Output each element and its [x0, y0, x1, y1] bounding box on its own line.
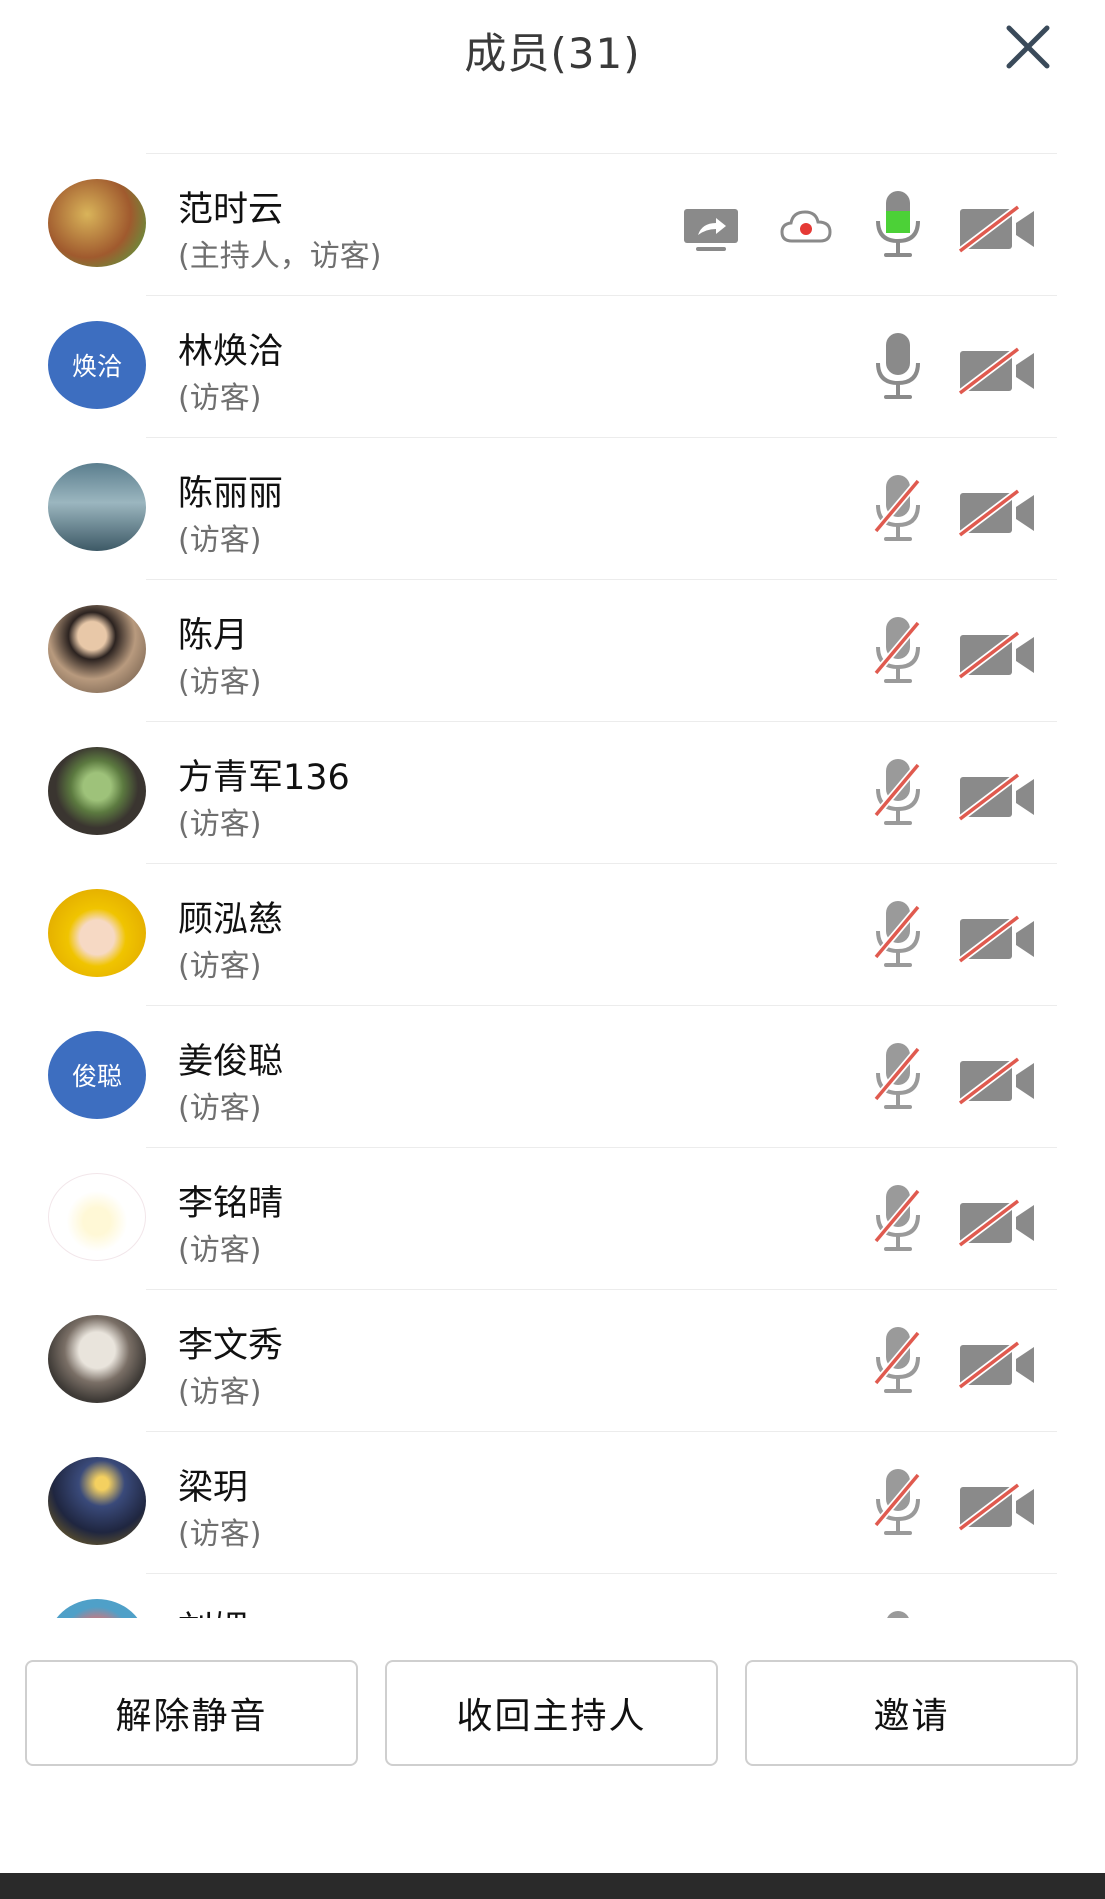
microphone-icon[interactable] — [872, 189, 924, 261]
page-title: 成员(31) — [464, 29, 641, 78]
member-row[interactable]: 李铭晴 (访客) — [0, 1147, 1105, 1289]
close-icon[interactable] — [999, 18, 1057, 76]
member-list: 范时云 (主持人，访客) 焕洽 林焕洽 (访客) 陈丽丽 (访客) 陈月 (访客… — [0, 153, 1105, 1618]
member-name: 陈月 — [178, 616, 249, 656]
member-role: (访客) — [178, 523, 262, 558]
member-name: 陈丽丽 — [178, 474, 284, 514]
microphone-muted-icon[interactable] — [872, 1041, 924, 1113]
avatar — [48, 889, 146, 977]
avatar — [48, 1457, 146, 1545]
member-row[interactable]: 刘媚 — [0, 1573, 1105, 1618]
member-role: (主持人，访客) — [178, 239, 382, 274]
member-name: 顾泓慈 — [178, 900, 284, 940]
member-role: (访客) — [178, 1091, 262, 1126]
camera-off-icon[interactable] — [958, 631, 1036, 679]
microphone-muted-icon[interactable] — [872, 899, 924, 971]
camera-off-icon[interactable] — [958, 1483, 1036, 1531]
avatar — [48, 179, 146, 267]
avatar — [48, 1315, 146, 1403]
divider — [146, 1147, 1057, 1148]
camera-off-icon[interactable] — [958, 1057, 1036, 1105]
header: 成员(31) — [0, 0, 1105, 110]
member-role: (访客) — [178, 381, 262, 416]
camera-off-icon[interactable] — [958, 347, 1036, 395]
divider — [146, 1289, 1057, 1290]
member-row[interactable]: 范时云 (主持人，访客) — [0, 153, 1105, 295]
screen-share-icon[interactable] — [682, 207, 740, 253]
member-row[interactable]: 梁玥 (访客) — [0, 1431, 1105, 1573]
avatar — [48, 605, 146, 693]
member-row[interactable]: 方青军136 (访客) — [0, 721, 1105, 863]
action-bar: 解除静音 收回主持人 邀请 — [0, 1660, 1105, 1770]
member-row[interactable]: 陈月 (访客) — [0, 579, 1105, 721]
member-name: 梁玥 — [178, 1468, 249, 1508]
divider — [146, 863, 1057, 864]
member-row[interactable]: 俊聪 姜俊聪 (访客) — [0, 1005, 1105, 1147]
divider — [146, 579, 1057, 580]
avatar — [48, 1173, 146, 1261]
member-role: (访客) — [178, 665, 262, 700]
member-role: (访客) — [178, 1517, 262, 1552]
microphone-muted-icon[interactable] — [872, 757, 924, 829]
member-role: (访客) — [178, 807, 262, 842]
divider — [146, 721, 1057, 722]
member-name: 李文秀 — [178, 1326, 284, 1366]
microphone-muted-icon[interactable] — [872, 1325, 924, 1397]
avatar — [48, 747, 146, 835]
microphone-muted-icon[interactable] — [872, 1467, 924, 1539]
avatar: 焕洽 — [48, 321, 146, 409]
avatar: 俊聪 — [48, 1031, 146, 1119]
camera-off-icon[interactable] — [958, 915, 1036, 963]
divider — [146, 153, 1057, 154]
cloud-record-icon[interactable] — [780, 209, 832, 245]
member-row[interactable]: 陈丽丽 (访客) — [0, 437, 1105, 579]
divider — [146, 437, 1057, 438]
camera-off-icon[interactable] — [958, 489, 1036, 537]
avatar — [48, 463, 146, 551]
member-name: 刘媚 — [178, 1601, 248, 1618]
member-row[interactable]: 李文秀 (访客) — [0, 1289, 1105, 1431]
member-row[interactable]: 焕洽 林焕洽 (访客) — [0, 295, 1105, 437]
camera-off-icon[interactable] — [958, 1341, 1036, 1389]
member-name: 范时云 — [178, 190, 284, 230]
member-name: 方青军136 — [178, 758, 350, 798]
microphone-icon[interactable] — [872, 331, 924, 403]
divider — [146, 1431, 1057, 1432]
member-role: (访客) — [178, 1375, 262, 1410]
member-name: 林焕洽 — [178, 332, 284, 372]
member-row[interactable]: 顾泓慈 (访客) — [0, 863, 1105, 1005]
microphone-muted-icon[interactable] — [872, 615, 924, 687]
camera-off-icon[interactable] — [958, 205, 1036, 253]
member-name: 李铭晴 — [178, 1184, 284, 1224]
divider — [146, 1005, 1057, 1006]
camera-off-icon[interactable] — [958, 1199, 1036, 1247]
avatar — [48, 1599, 146, 1618]
member-role: (访客) — [178, 949, 262, 984]
invite-button[interactable]: 邀请 — [745, 1660, 1078, 1766]
microphone-muted-icon[interactable] — [872, 473, 924, 545]
unmute-all-button[interactable]: 解除静音 — [25, 1660, 358, 1766]
member-role: (访客) — [178, 1233, 262, 1268]
reclaim-host-button[interactable]: 收回主持人 — [385, 1660, 718, 1766]
microphone-muted-icon[interactable] — [872, 1183, 924, 1255]
member-name: 姜俊聪 — [178, 1042, 284, 1082]
camera-off-icon[interactable] — [958, 773, 1036, 821]
divider — [146, 295, 1057, 296]
divider — [146, 1573, 1057, 1574]
system-navigation-bar — [0, 1873, 1105, 1899]
microphone-muted-icon[interactable] — [872, 1609, 924, 1618]
